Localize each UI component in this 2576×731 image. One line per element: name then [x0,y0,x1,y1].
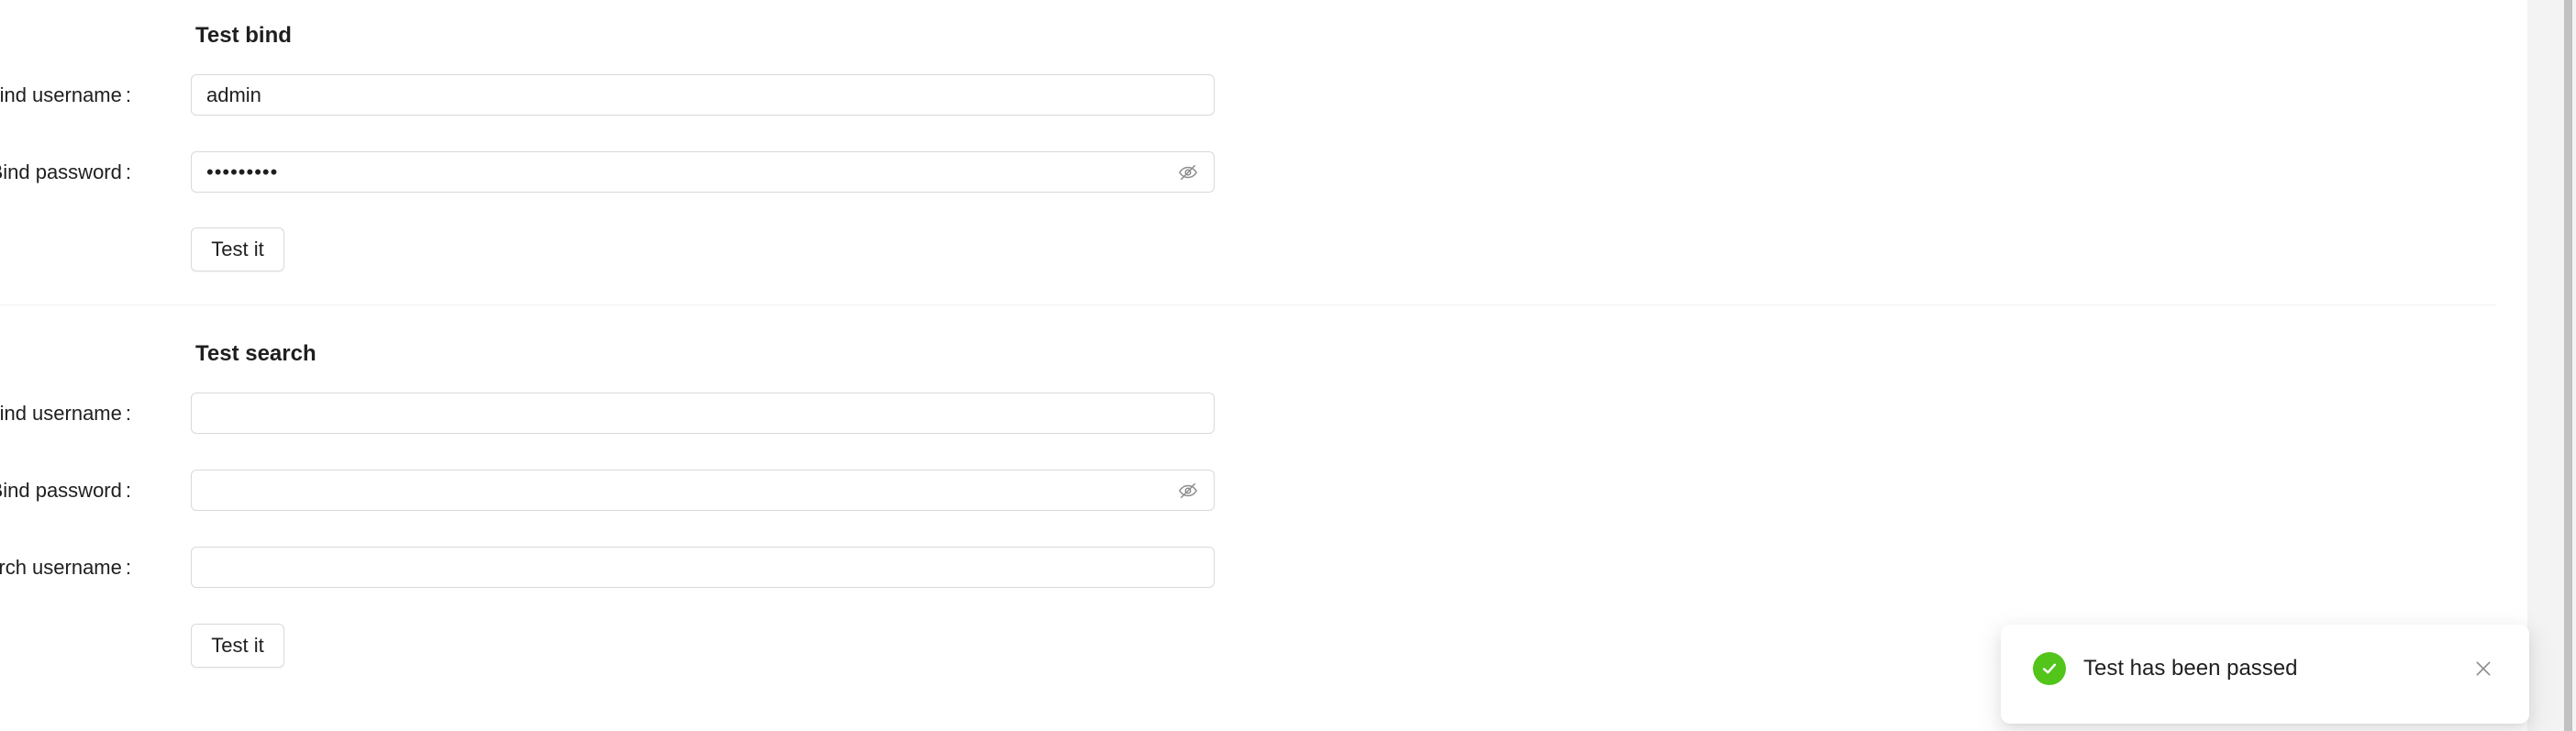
search-bind-password-label: *Bind password: [0,477,131,505]
search-bind-password-label-text: Bind password [0,479,122,502]
search-bind-username-label: *Bind username: [0,400,131,428]
close-icon[interactable] [2472,658,2494,680]
label-colon: : [125,83,131,106]
test-bind-title: Test bind [195,23,292,48]
bind-username-label-text: Bind username [0,83,122,106]
ldap-test-form: Test bind *Bind username: admin *Bind pa… [0,0,2527,731]
test-search-button[interactable]: Test it [191,624,284,668]
scrollbar-thumb[interactable] [2564,0,2572,731]
success-notification: Test has been passed [2001,625,2529,724]
search-bind-username-input[interactable] [191,393,1215,434]
label-colon: : [125,161,131,183]
bind-password-value: ••••••••• [206,160,279,183]
test-bind-button[interactable]: Test it [191,227,284,271]
bind-username-value: admin [206,83,261,106]
search-username-label-text: Search username [0,556,122,579]
search-bind-username-label-text: Bind username [0,402,122,425]
app-page: Test bind *Bind username: admin *Bind pa… [0,0,2576,731]
eye-invisible-icon[interactable] [1177,480,1199,502]
search-username-label: *Search username: [0,554,131,582]
bind-username-label: *Bind username: [0,82,131,110]
bind-password-input[interactable]: ••••••••• [191,151,1215,193]
label-colon: : [125,479,131,502]
eye-invisible-icon[interactable] [1177,161,1199,183]
bind-password-label: *Bind password: [0,159,131,187]
search-bind-password-input[interactable] [191,470,1215,511]
label-colon: : [125,556,131,579]
notification-message: Test has been passed [2083,656,2298,681]
test-search-title: Test search [195,341,316,366]
check-circle-icon [2033,652,2066,685]
search-username-input[interactable] [191,547,1215,588]
bind-username-input[interactable]: admin [191,74,1215,116]
bind-password-label-text: Bind password [0,161,122,183]
label-colon: : [125,402,131,425]
